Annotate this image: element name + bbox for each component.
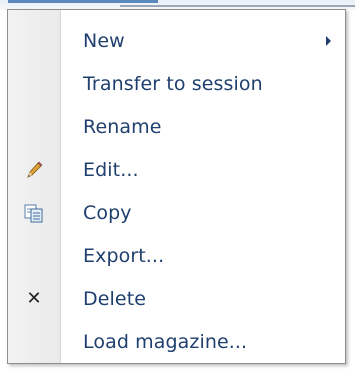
menu-item-label: Edit... [83, 158, 139, 181]
menu-item-load-magazine[interactable]: Load magazine... [8, 320, 345, 363]
menu-items: New Transfer to session Rename Edit... C… [8, 19, 345, 363]
menu-item-delete[interactable]: ✕ Delete [8, 277, 345, 320]
context-menu: New Transfer to session Rename Edit... C… [7, 9, 346, 364]
screen: New Transfer to session Rename Edit... C… [0, 0, 355, 370]
menu-item-label: Delete [83, 287, 147, 310]
menu-item-rename[interactable]: Rename [8, 105, 345, 148]
background-window-line [120, 5, 355, 7]
background-window-accent [8, 0, 158, 3]
menu-item-label: Load magazine... [83, 330, 248, 353]
submenu-arrow-icon [326, 35, 331, 46]
delete-x-icon: ✕ [26, 287, 42, 309]
copy-icon [22, 201, 46, 225]
menu-item-label: New [83, 29, 125, 52]
menu-item-edit[interactable]: Edit... [8, 148, 345, 191]
menu-item-transfer-to-session[interactable]: Transfer to session [8, 62, 345, 105]
menu-item-label: Copy [83, 201, 132, 224]
menu-item-label: Transfer to session [83, 72, 263, 95]
menu-item-export[interactable]: Export... [8, 234, 345, 277]
menu-item-new[interactable]: New [8, 19, 345, 62]
menu-item-label: Export... [83, 244, 165, 267]
pencil-icon [22, 158, 46, 182]
menu-item-copy[interactable]: Copy [8, 191, 345, 234]
menu-item-label: Rename [83, 115, 162, 138]
